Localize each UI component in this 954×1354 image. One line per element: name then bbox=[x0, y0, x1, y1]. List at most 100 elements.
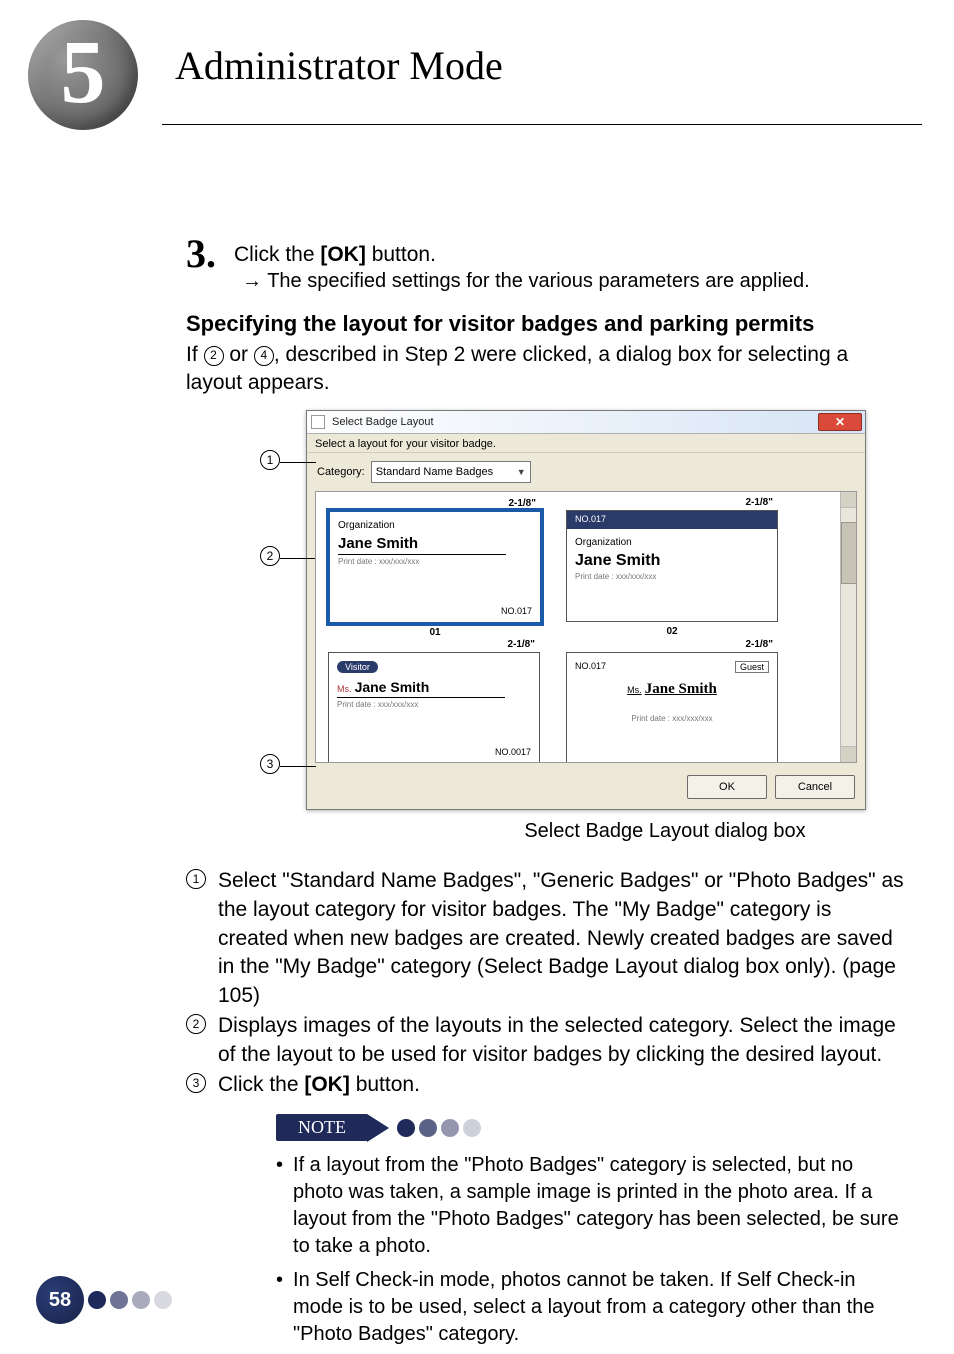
section-body: If 2 or 4, described in Step 2 were clic… bbox=[186, 341, 906, 396]
dot-icon bbox=[419, 1119, 437, 1137]
note-block: NOTE • If a layout from the "Photo Badge… bbox=[276, 1114, 906, 1348]
dot-icon bbox=[132, 1291, 150, 1309]
circled-1-icon: 1 bbox=[186, 869, 206, 889]
card-name: Jane Smith bbox=[330, 531, 540, 552]
sb-suf: , described in Step 2 were clicked, a di… bbox=[186, 343, 848, 394]
page-content: 3. Click the [OK] button. → The specifie… bbox=[186, 228, 906, 1354]
list-text-3: Click the [OK] button. bbox=[218, 1071, 420, 1100]
step-result: → The specified settings for the various… bbox=[242, 270, 906, 293]
note-list: • If a layout from the "Photo Badges" ca… bbox=[276, 1152, 906, 1348]
dot-icon bbox=[110, 1291, 128, 1309]
card-meta: Print date : xxx/xxx/xxx bbox=[329, 698, 539, 711]
arrow-icon: → bbox=[242, 270, 262, 292]
card-header-strip: NO.017 bbox=[567, 511, 777, 529]
note-arrow-icon bbox=[367, 1114, 389, 1142]
layout-card-02[interactable]: 2-1/8" NO.017 Organization Jane Smith Pr… bbox=[566, 510, 778, 622]
card-name-line: Ms. Jane Smith bbox=[329, 673, 539, 695]
dot-icon bbox=[463, 1119, 481, 1137]
callout-line bbox=[280, 462, 316, 463]
note-text-2: In Self Check-in mode, photos cannot be … bbox=[293, 1267, 906, 1349]
callout-line bbox=[280, 766, 316, 767]
dialog-buttons: OK Cancel bbox=[307, 769, 865, 809]
callout-1-num: 1 bbox=[260, 450, 280, 470]
scroll-down-button[interactable] bbox=[841, 746, 856, 762]
step-text-suffix: button. bbox=[366, 243, 436, 266]
list-item-2: 2 Displays images of the layouts in the … bbox=[186, 1012, 906, 1069]
scroll-up-button[interactable] bbox=[841, 492, 856, 508]
dialog-app-icon bbox=[311, 415, 325, 429]
i3-prefix: Click the bbox=[218, 1073, 304, 1096]
note-item-2: • In Self Check-in mode, photos cannot b… bbox=[276, 1267, 906, 1349]
guest-badge: Guest bbox=[735, 661, 769, 673]
layout-card-01[interactable]: 2-1/8" Organization Jane Smith Print dat… bbox=[328, 510, 542, 624]
bullet-icon: • bbox=[276, 1267, 283, 1349]
card-name-line: Ms. Jane Smith bbox=[567, 653, 777, 698]
note-item-1: • If a layout from the "Photo Badges" ca… bbox=[276, 1152, 906, 1261]
card-no: NO.017 bbox=[575, 661, 606, 671]
card-meta: Print date : xxx/xxx/xxx bbox=[567, 570, 777, 583]
step-number: 3. bbox=[186, 234, 216, 274]
dialog-caption: Select Badge Layout dialog box bbox=[424, 820, 906, 843]
cancel-button[interactable]: Cancel bbox=[775, 775, 855, 799]
circled-3-icon: 3 bbox=[186, 1073, 206, 1093]
card-no: NO.017 bbox=[501, 606, 532, 616]
page-number-badge: 58 bbox=[36, 1276, 172, 1324]
dot-icon bbox=[397, 1119, 415, 1137]
list-text-2: Displays images of the layouts in the se… bbox=[218, 1012, 906, 1069]
page-number: 58 bbox=[36, 1276, 84, 1324]
close-button[interactable]: ✕ bbox=[818, 413, 862, 431]
card-name: Jane Smith bbox=[567, 548, 777, 570]
dialog-instruction: Select a layout for your visitor badge. bbox=[307, 434, 865, 453]
callout-2-num: 2 bbox=[260, 546, 280, 566]
circled-2-icon: 2 bbox=[204, 346, 224, 366]
callout-line bbox=[280, 558, 316, 559]
callout-3: 3 bbox=[260, 756, 316, 776]
step-text: Click the [OK] button. bbox=[234, 243, 436, 267]
bullet-icon: • bbox=[276, 1152, 283, 1261]
chevron-down-icon: ▼ bbox=[517, 467, 526, 477]
visitor-pill: Visitor bbox=[337, 661, 378, 673]
scroll-thumb[interactable] bbox=[841, 522, 857, 584]
card-num: 01 bbox=[429, 627, 440, 638]
ok-button[interactable]: OK bbox=[687, 775, 767, 799]
card-meta: Print date : xxx/xxx/xxx bbox=[567, 712, 777, 725]
chapter-number-badge: 5 bbox=[28, 20, 138, 130]
note-dots bbox=[397, 1119, 481, 1137]
i3-suffix: button. bbox=[350, 1073, 420, 1096]
layout-grid: 2-1/8" Organization Jane Smith Print dat… bbox=[315, 491, 857, 763]
numbered-list: 1 Select "Standard Name Badges", "Generi… bbox=[186, 867, 906, 1099]
card-num: 02 bbox=[666, 626, 677, 637]
list-item-3: 3 Click the [OK] button. bbox=[186, 1071, 906, 1100]
chapter-title: Administrator Mode bbox=[175, 42, 503, 89]
category-value: Standard Name Badges bbox=[376, 466, 493, 478]
step-result-text: The specified settings for the various p… bbox=[267, 270, 810, 292]
circled-4-icon: 4 bbox=[254, 346, 274, 366]
dot-icon bbox=[88, 1291, 106, 1309]
layout-card-04[interactable]: 2-1/8" NO.017 Guest Ms. Jane Smith Print… bbox=[566, 652, 778, 763]
chapter-number: 5 bbox=[61, 28, 106, 118]
size-label: 2-1/8" bbox=[745, 639, 773, 650]
card-name: Jane Smith bbox=[645, 681, 717, 697]
card-org: Organization bbox=[330, 512, 540, 531]
chapter-rule bbox=[162, 124, 922, 125]
i3-bold: [OK] bbox=[304, 1073, 350, 1096]
step-text-bold: [OK] bbox=[320, 243, 366, 266]
dot-icon bbox=[441, 1119, 459, 1137]
sb-mid: or bbox=[224, 343, 254, 366]
card-meta: Print date : xxx/xxx/xxx bbox=[330, 555, 540, 568]
dialog-figure: 1 2 3 Select Badge Layout ✕ Select a lay… bbox=[306, 410, 866, 810]
category-bar: Category: Standard Name Badges ▼ bbox=[307, 453, 865, 491]
scrollbar[interactable] bbox=[840, 492, 856, 762]
sb-p1: If bbox=[186, 343, 204, 366]
step-3: 3. Click the [OK] button. bbox=[186, 228, 906, 268]
category-label: Category: bbox=[317, 466, 365, 478]
note-header: NOTE bbox=[276, 1114, 906, 1142]
card-no: NO.017 bbox=[575, 514, 606, 524]
card-name: Jane Smith bbox=[355, 679, 430, 695]
card-title: Ms. bbox=[337, 684, 352, 694]
card-org: Organization bbox=[567, 529, 777, 548]
layout-card-03[interactable]: 2-1/8" Visitor Ms. Jane Smith Print date… bbox=[328, 652, 540, 763]
card-title: Ms. bbox=[627, 685, 642, 695]
category-select[interactable]: Standard Name Badges ▼ bbox=[371, 461, 531, 483]
step-text-prefix: Click the bbox=[234, 243, 320, 266]
